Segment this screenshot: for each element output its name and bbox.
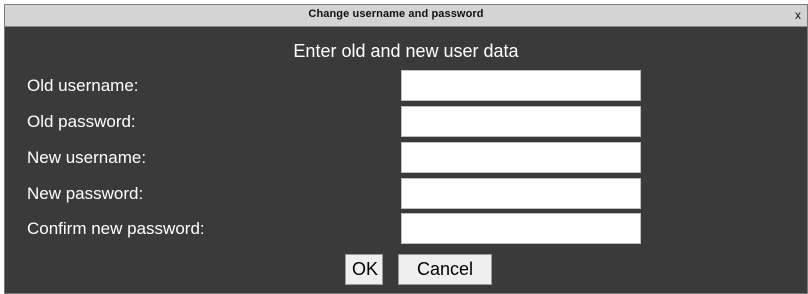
old-password-label: Old password: <box>27 112 136 131</box>
dialog-title: Change username and password <box>308 8 484 20</box>
old-username-label: Old username: <box>27 76 139 95</box>
dialog-buttons: OK Cancel <box>5 254 807 286</box>
new-password-input[interactable] <box>401 178 641 209</box>
old-username-row: Old username: <box>5 70 807 106</box>
dialog-titlebar[interactable]: Change username and password x <box>5 5 807 27</box>
change-credentials-dialog: Change username and password x Enter old… <box>4 4 808 294</box>
confirm-password-label: Confirm new password: <box>27 219 205 238</box>
ok-button[interactable]: OK <box>345 254 383 285</box>
old-username-input[interactable] <box>401 70 641 101</box>
new-username-label: New username: <box>27 148 147 167</box>
old-password-input[interactable] <box>401 106 641 137</box>
close-icon[interactable]: x <box>791 8 805 22</box>
confirm-password-row: Confirm new password: <box>5 213 807 249</box>
confirm-password-input[interactable] <box>401 213 641 244</box>
old-password-row: Old password: <box>5 106 807 142</box>
new-username-row: New username: <box>5 142 807 178</box>
new-username-input[interactable] <box>401 142 641 173</box>
new-password-label: New password: <box>27 184 144 203</box>
dialog-heading: Enter old and new user data <box>293 41 519 61</box>
cancel-button[interactable]: Cancel <box>398 254 492 285</box>
new-password-row: New password: <box>5 178 807 214</box>
